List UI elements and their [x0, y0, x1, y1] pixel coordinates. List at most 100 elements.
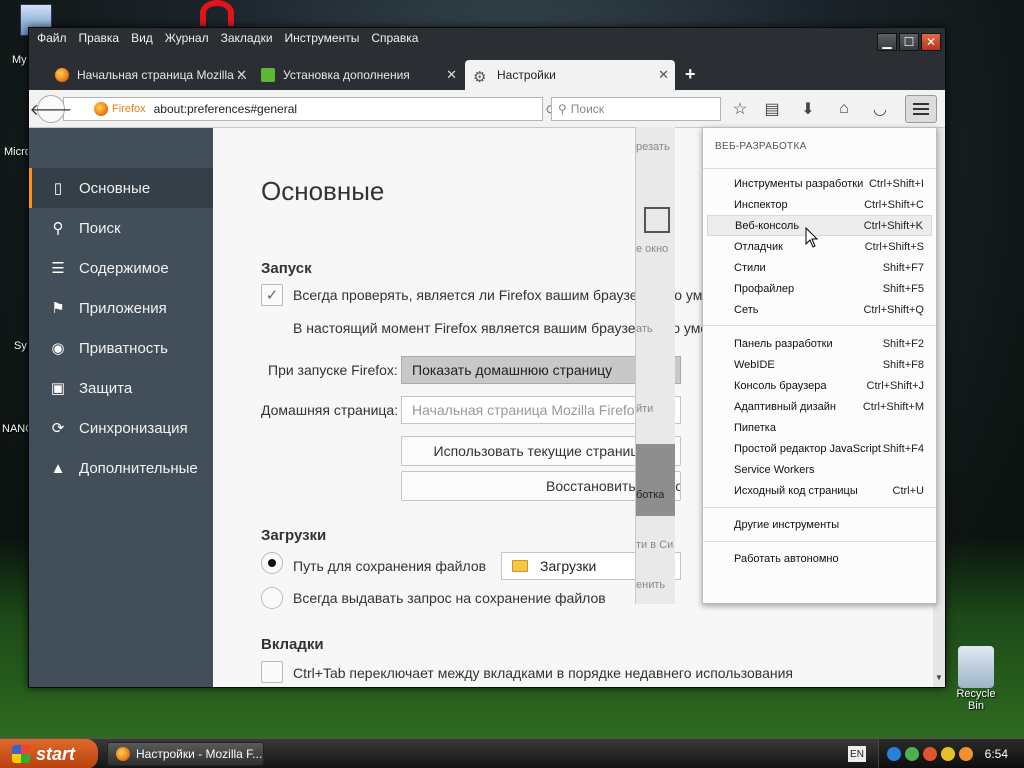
lock-icon: ▣	[50, 380, 66, 397]
firefox-identity-icon	[94, 102, 108, 116]
sidebar-item-applications[interactable]: ⚑ Приложения	[29, 288, 213, 328]
firefox-icon	[116, 747, 130, 761]
close-window-button[interactable]: ✕	[921, 33, 941, 51]
hamburger-icon	[913, 103, 929, 105]
menu-item-dev-tools[interactable]: Инструменты разработки Ctrl+Shift+I	[707, 173, 932, 194]
tab-label: Начальная страница Mozilla ...	[77, 68, 248, 82]
menu-tools[interactable]: Инструменты	[285, 31, 360, 45]
sidebar-item-sync[interactable]: ⟳ Синхронизация	[29, 408, 213, 448]
menu-header: ВЕБ-РАЗРАБОТКА	[715, 141, 807, 152]
open-menu-button[interactable]	[905, 95, 937, 123]
sidebar-item-advanced[interactable]: ▲ Дополнительные	[29, 448, 213, 488]
save-to-radio[interactable]	[261, 552, 283, 574]
clock: 6:54	[984, 747, 1008, 761]
sidebar-item-search[interactable]: ⚲ Поиск	[29, 208, 213, 248]
folder-icon	[512, 560, 528, 572]
search-input[interactable]: ⚲ Поиск	[551, 97, 721, 121]
section-startup: Запуск	[261, 260, 312, 277]
menu-item-debugger[interactable]: Отладчик Ctrl+Shift+S	[707, 236, 932, 257]
new-tab-button[interactable]: +	[685, 64, 696, 85]
tray-app-icon[interactable]	[941, 747, 955, 761]
tray-app-icon[interactable]	[923, 747, 937, 761]
developer-item-highlight[interactable]	[636, 444, 675, 516]
menu-file[interactable]: Файл	[37, 31, 67, 45]
menu-bookmarks[interactable]: Закладки	[221, 31, 273, 45]
always-ask-radio[interactable]	[261, 587, 283, 609]
menu-help[interactable]: Справка	[371, 31, 418, 45]
section-tabs: Вкладки	[261, 636, 324, 653]
menu-item-service-workers[interactable]: Service Workers	[707, 459, 932, 480]
tray-app-icon[interactable]	[905, 747, 919, 761]
close-tab-icon[interactable]: ✕	[658, 67, 669, 83]
menu-item-browser-console[interactable]: Консоль браузера Ctrl+Shift+J	[707, 375, 932, 396]
windows-flag-icon	[12, 745, 30, 763]
search-icon: ⚲	[558, 102, 567, 116]
menu-item-scratchpad[interactable]: Простой редактор JavaScript Shift+F4	[707, 438, 932, 459]
default-browser-label: Всегда проверять, является ли Firefox ва…	[293, 287, 759, 303]
menu-history[interactable]: Журнал	[165, 31, 209, 45]
menu-separator	[703, 325, 936, 326]
tray-app-icon[interactable]	[887, 747, 901, 761]
url-bar[interactable]: Firefox about:preferences#general ⟳	[63, 97, 557, 121]
desktop-icon-micro[interactable]: Micro	[4, 146, 31, 158]
home-icon[interactable]: ⌂	[833, 98, 855, 120]
bookmarks-list-icon[interactable]: ▤	[761, 98, 783, 120]
scroll-down-icon[interactable]: ▼	[934, 673, 944, 685]
window-controls: ▁ ☐ ✕	[877, 33, 941, 51]
on-start-label: При запуске Firefox:	[268, 362, 398, 378]
sidebar-item-general[interactable]: ▯ Основные	[29, 168, 213, 208]
menu-item-webide[interactable]: WebIDE Shift+F8	[707, 354, 932, 375]
maximize-button[interactable]: ☐	[899, 33, 919, 51]
menu-separator	[703, 168, 936, 169]
tab-addon-install[interactable]: Установка дополнения ✕	[253, 60, 463, 90]
minimize-button[interactable]: ▁	[877, 33, 897, 51]
save-to-label: Путь для сохранения файлов	[293, 558, 487, 574]
menu-item-responsive-design[interactable]: Адаптивный дизайн Ctrl+Shift+M	[707, 396, 932, 417]
default-browser-checkbox[interactable]: ✓	[261, 284, 283, 306]
menu-view[interactable]: Вид	[131, 31, 153, 45]
sidebar-item-content[interactable]: ☰ Содержимое	[29, 248, 213, 288]
menu-item-profiler[interactable]: Профайлер Shift+F5	[707, 278, 932, 299]
menu-item-inspector[interactable]: Инспектор Ctrl+Shift+C	[707, 194, 932, 215]
start-button[interactable]: start	[0, 739, 98, 768]
tray-search-icon[interactable]	[959, 747, 973, 761]
general-icon: ▯	[53, 180, 63, 197]
tab-settings[interactable]: ⚙ Настройки ✕	[465, 60, 675, 90]
menubar: Файл Правка Вид Журнал Закладки Инструме…	[29, 28, 865, 48]
current-default-text: В настоящий момент Firefox является ваши…	[293, 320, 757, 336]
sidebar-item-privacy[interactable]: ◉ Приватность	[29, 328, 213, 368]
desktop-icon-recycle-bin[interactable]: Recycle Bin	[948, 646, 1004, 712]
menu-edit[interactable]: Правка	[79, 31, 120, 45]
menu-item-work-offline[interactable]: Работать автономно	[707, 548, 932, 569]
tab-mozilla-start[interactable]: Начальная страница Mozilla ... ✕	[47, 60, 253, 90]
tab-label: Установка дополнения	[283, 68, 410, 82]
menu-item-other-tools[interactable]: Другие инструменты	[707, 514, 932, 535]
desktop-icon-sy[interactable]: Sy	[14, 340, 27, 352]
search-icon: ⚲	[52, 220, 64, 237]
downloads-icon[interactable]: ⬇	[797, 98, 819, 120]
taskbar-item-firefox[interactable]: Настройки - Mozilla F...	[107, 742, 264, 766]
menu-item-dev-toolbar[interactable]: Панель разработки Shift+F2	[707, 333, 932, 354]
menu-item-eyedropper[interactable]: Пипетка	[707, 417, 932, 438]
tab-label: Настройки	[497, 68, 556, 82]
desktop-icon-opera[interactable]	[200, 0, 234, 26]
ctrl-tab-checkbox[interactable]	[261, 661, 283, 683]
identity-label: Firefox	[112, 103, 146, 115]
url-text: about:preferences#general	[153, 102, 298, 116]
bookmark-star-icon[interactable]: ☆	[729, 98, 751, 120]
wizard-hat-icon: ▲	[50, 459, 66, 477]
pocket-icon[interactable]: ◡	[869, 98, 891, 120]
close-tab-icon[interactable]: ✕	[446, 67, 457, 83]
taskbar: start Настройки - Mozilla F... EN 6:54	[0, 738, 1024, 768]
preferences-sidebar: ▯ Основные ⚲ Поиск ☰ Содержимое ⚑ Прилож…	[29, 128, 213, 687]
content-icon: ☰	[51, 260, 65, 277]
back-button[interactable]: 🡐	[30, 95, 72, 123]
close-tab-icon[interactable]: ✕	[236, 67, 247, 83]
menu-item-network[interactable]: Сеть Ctrl+Shift+Q	[707, 299, 932, 320]
menu-item-web-console[interactable]: Веб-консоль Ctrl+Shift+K	[707, 215, 932, 236]
ctrl-tab-label: Ctrl+Tab переключает между вкладками в п…	[293, 665, 793, 681]
language-indicator[interactable]: EN	[848, 746, 866, 762]
menu-item-page-source[interactable]: Исходный код страницы Ctrl+U	[707, 480, 932, 501]
sidebar-item-security[interactable]: ▣ Защита	[29, 368, 213, 408]
menu-item-styles[interactable]: Стили Shift+F7	[707, 257, 932, 278]
